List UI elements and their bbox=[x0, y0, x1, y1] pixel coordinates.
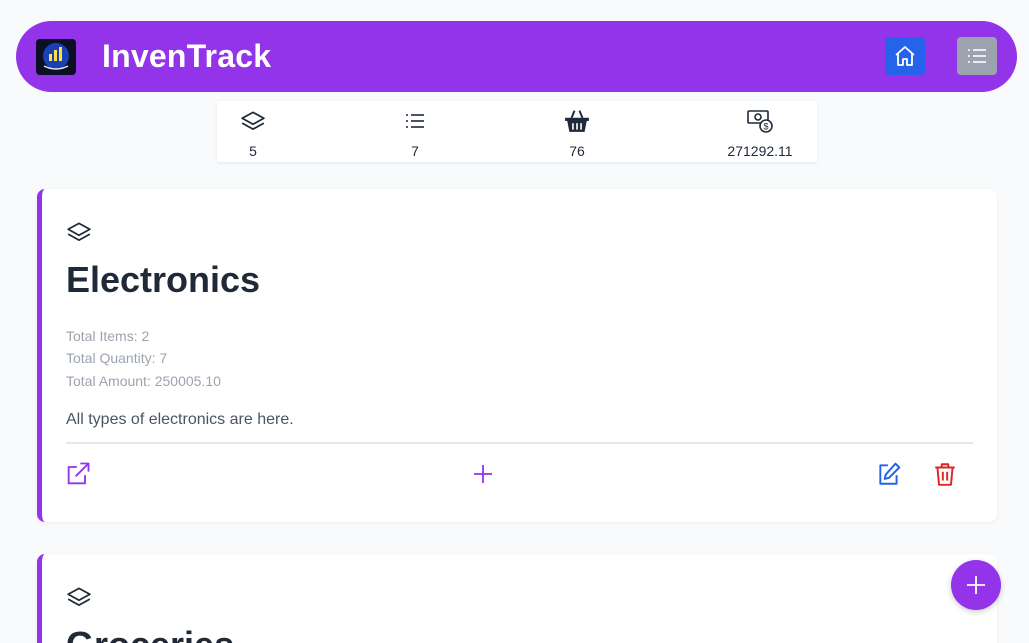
plus-icon bbox=[967, 576, 985, 594]
stat-quantity-value: 76 bbox=[569, 143, 585, 159]
category-card: Electronics Total Items: 2 Total Quantit… bbox=[37, 189, 997, 522]
stat-items-value: 7 bbox=[411, 143, 419, 159]
layers-icon bbox=[241, 111, 265, 130]
svg-text:$: $ bbox=[763, 122, 768, 132]
money-icon: $ bbox=[747, 110, 773, 133]
edit-category-button[interactable] bbox=[874, 459, 904, 489]
category-total-amount: Total Amount: 250005.10 bbox=[66, 373, 221, 389]
open-category-button[interactable] bbox=[63, 459, 93, 489]
app-logo[interactable] bbox=[36, 38, 76, 75]
top-navbar: InvenTrack bbox=[16, 21, 1017, 92]
trash-icon bbox=[935, 463, 955, 486]
external-link-icon bbox=[67, 462, 90, 485]
stat-quantity: 76 bbox=[527, 107, 627, 159]
plus-icon bbox=[474, 465, 492, 483]
stat-items: 7 bbox=[365, 107, 465, 159]
stat-total-amount-value: 271292.11 bbox=[727, 143, 793, 159]
category-description: All types of electronics are here. bbox=[66, 411, 294, 428]
card-divider bbox=[66, 442, 973, 444]
add-category-button[interactable] bbox=[951, 560, 1001, 610]
category-total-items: Total Items: 2 bbox=[66, 328, 150, 344]
app-brand[interactable]: InvenTrack bbox=[102, 38, 271, 75]
list-icon bbox=[968, 49, 986, 63]
category-title: Electronics bbox=[66, 259, 261, 300]
basket-icon bbox=[565, 110, 589, 132]
edit-icon bbox=[879, 462, 901, 485]
layers-icon bbox=[66, 584, 92, 615]
home-icon bbox=[895, 46, 915, 66]
category-card: Groceries bbox=[37, 554, 997, 643]
stat-categories-value: 5 bbox=[249, 143, 257, 159]
menu-button[interactable] bbox=[957, 37, 997, 75]
delete-category-button[interactable] bbox=[930, 459, 960, 489]
layers-icon bbox=[66, 219, 92, 250]
add-item-button[interactable] bbox=[468, 459, 498, 489]
category-title: Groceries bbox=[66, 624, 234, 643]
home-button[interactable] bbox=[885, 37, 925, 75]
stat-total-amount: $ 271292.11 bbox=[710, 107, 810, 159]
stat-categories: 5 bbox=[203, 107, 303, 159]
stats-bar: 5 7 76 $ 271292.11 bbox=[217, 101, 817, 162]
category-total-quantity: Total Quantity: 7 bbox=[66, 350, 168, 366]
list-icon bbox=[406, 114, 424, 128]
